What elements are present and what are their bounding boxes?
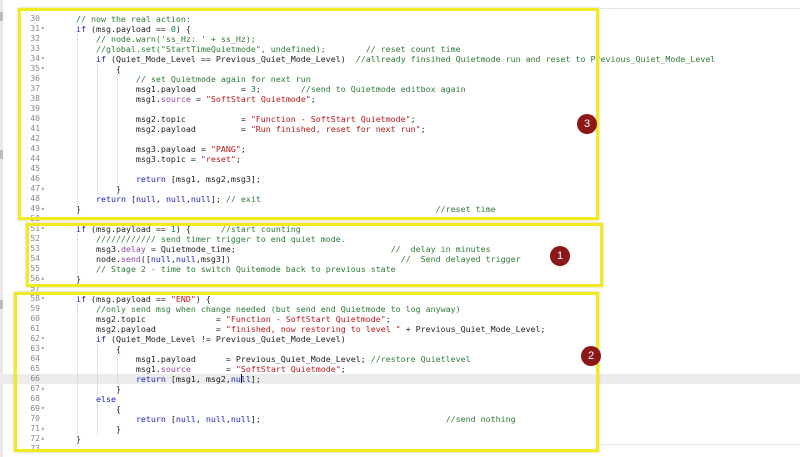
annotation-badge-1: 1 — [550, 246, 570, 266]
highlight-box-2 — [14, 292, 599, 452]
annotation-badge-2: 2 — [581, 346, 601, 366]
highlight-box-3 — [18, 8, 599, 220]
highlight-box-1 — [26, 223, 603, 287]
annotation-badge-3: 3 — [577, 114, 597, 134]
panel-divider — [600, 8, 800, 9]
